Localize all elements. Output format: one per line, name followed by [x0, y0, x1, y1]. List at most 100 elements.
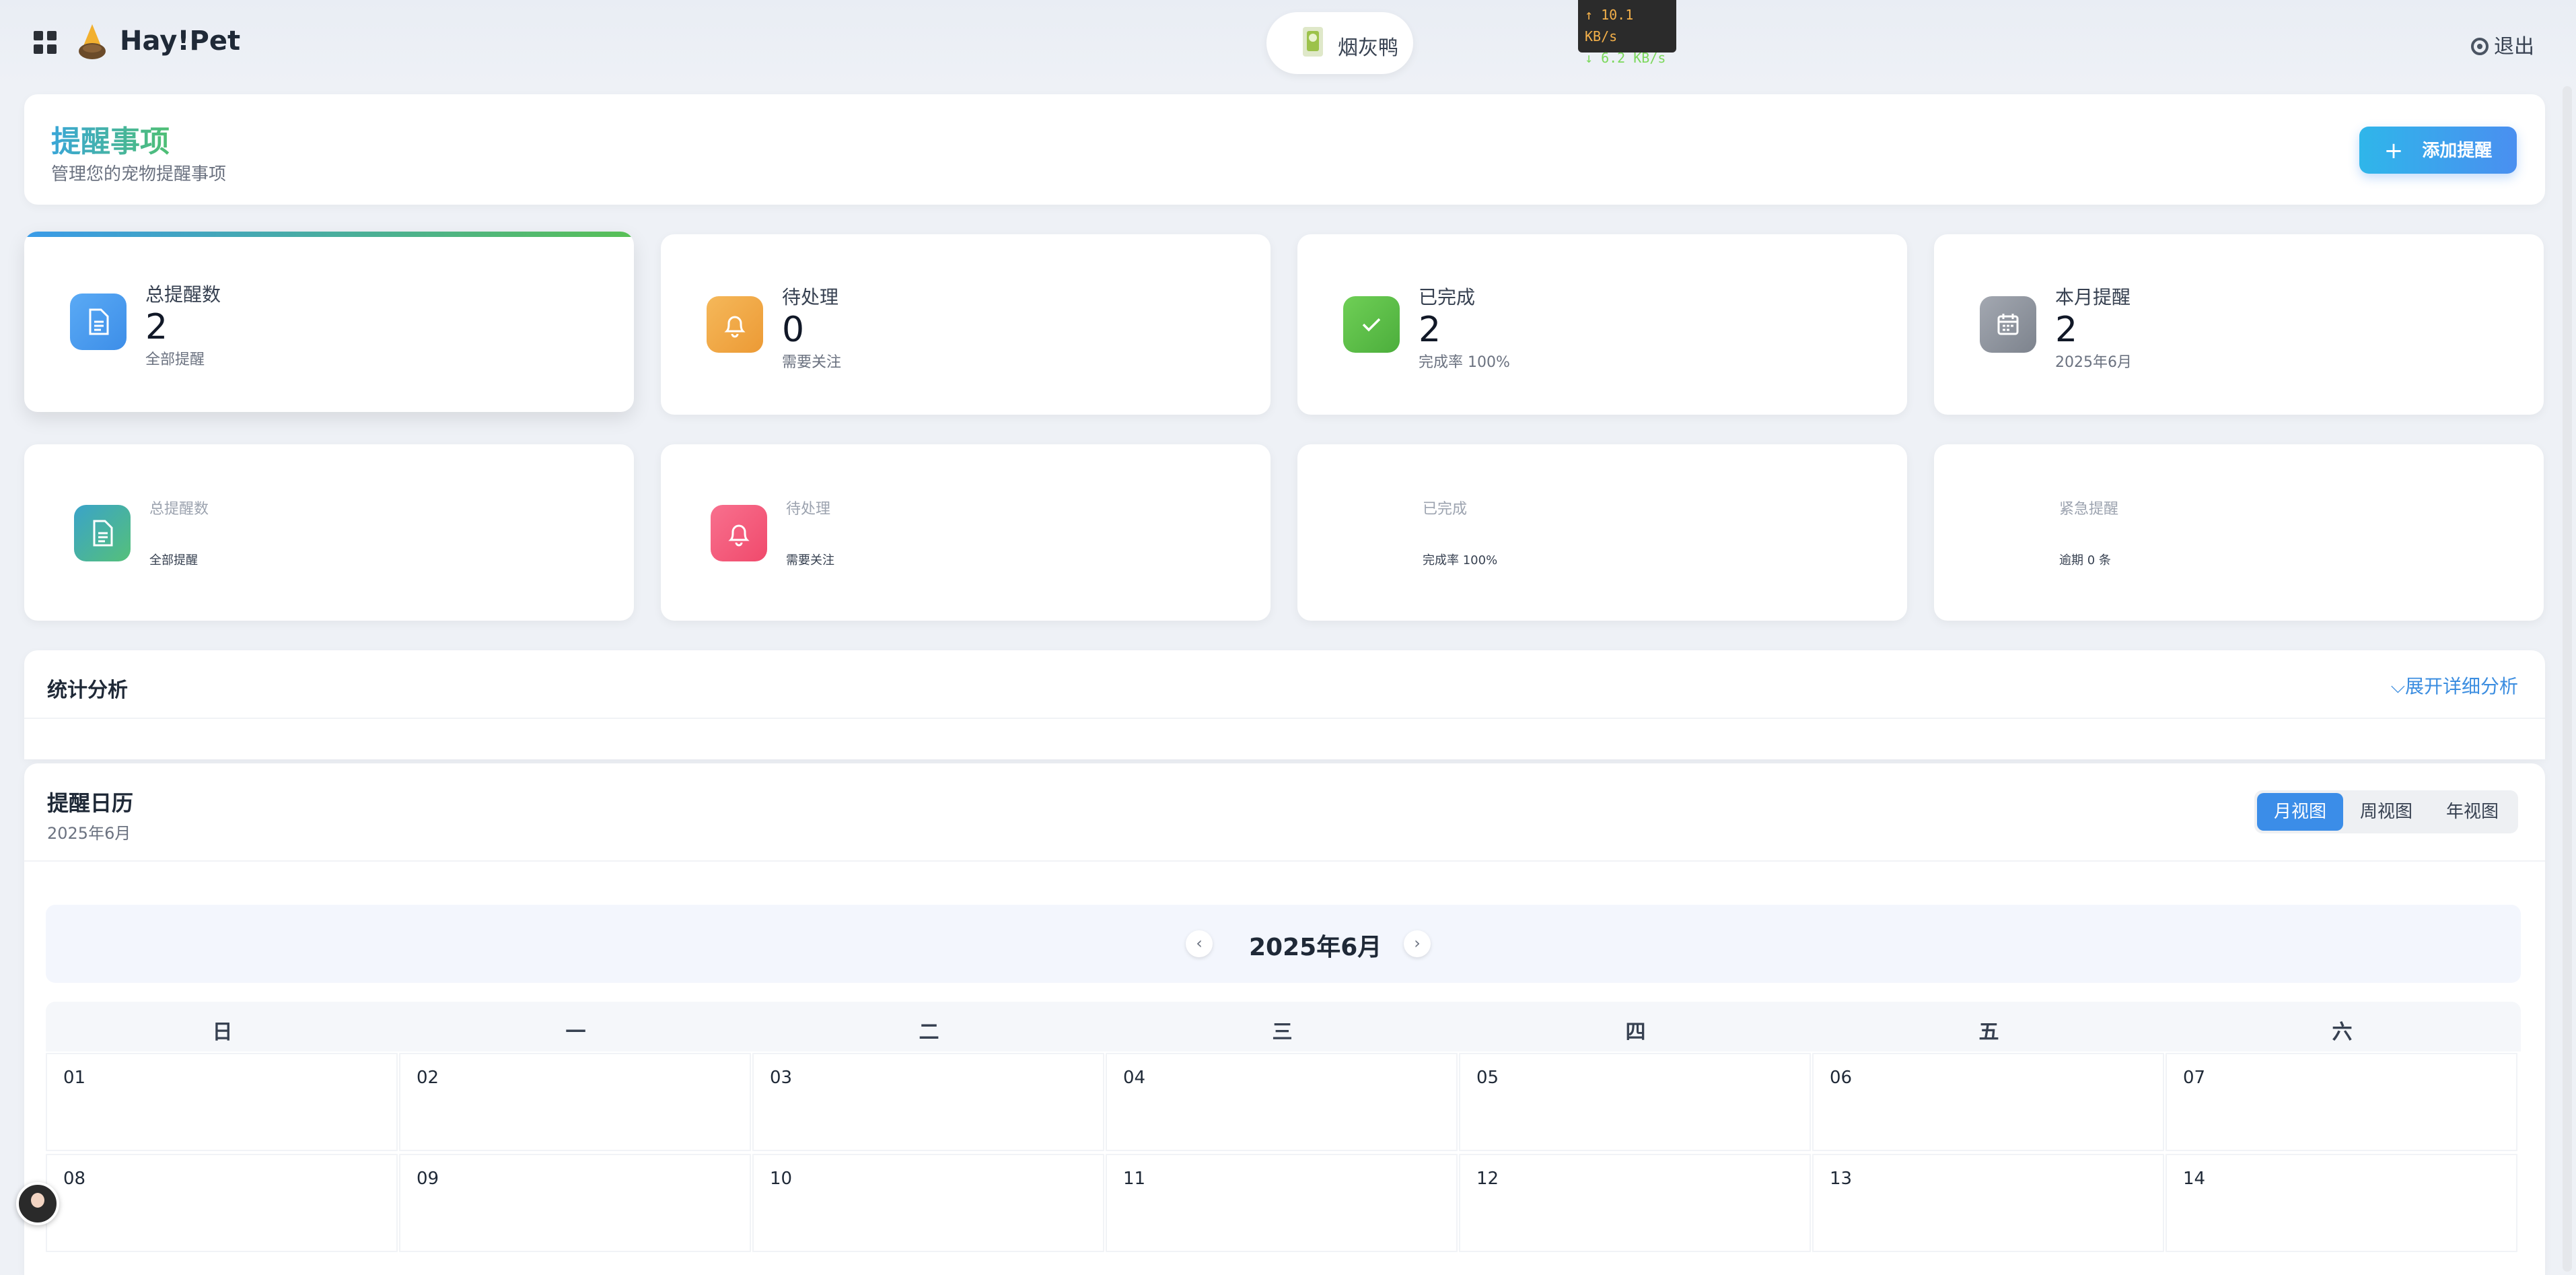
calendar-day[interactable]: 07: [2166, 1053, 2517, 1151]
expand-analysis-label: 展开详细分析: [2404, 675, 2518, 697]
stat-card-urgent[interactable]: 紧急提醒 逾期 0 条: [1934, 444, 2544, 621]
calendar-day[interactable]: 12: [1459, 1154, 1811, 1252]
logo-icon: [79, 24, 106, 59]
stat-sub: 逾期 0 条: [2059, 553, 2111, 567]
stat-label: 待处理: [786, 501, 831, 518]
bell-icon: [707, 296, 763, 353]
statistics-section: 统计分析 ⌵展开详细分析: [24, 650, 2545, 759]
stat-card-completed-alt[interactable]: 已完成 完成率 100%: [1297, 444, 1907, 621]
weekday-label: 五: [1978, 1021, 1999, 1044]
page-scrollbar[interactable]: [2563, 86, 2572, 1272]
stat-sub: 2025年6月: [2055, 354, 2132, 371]
calendar-day[interactable]: 08: [46, 1154, 398, 1252]
upload-speed: ↑ 10.1 KB/s: [1585, 7, 1634, 44]
plus-icon: +: [2384, 137, 2404, 164]
day-number: 12: [1476, 1169, 1499, 1189]
stat-label: 待处理: [782, 286, 839, 308]
day-number: 03: [770, 1068, 793, 1088]
add-reminder-label: 添加提醒: [2422, 140, 2493, 161]
weekday-header: 日 一 二 三 四 五 六: [46, 1002, 2521, 1052]
add-reminder-button[interactable]: + 添加提醒: [2359, 127, 2517, 174]
stat-sub: 需要关注: [782, 354, 842, 371]
day-number: 13: [1830, 1169, 1853, 1189]
page-header-card: 提醒事项 管理您的宠物提醒事项 + 添加提醒: [24, 94, 2545, 205]
page-subtitle: 管理您的宠物提醒事项: [51, 164, 227, 184]
stat-sub: 需要关注: [786, 553, 834, 567]
stat-sub: 全部提醒: [145, 351, 205, 368]
stat-label: 总提醒数: [149, 501, 209, 518]
calendar-day[interactable]: 14: [2166, 1154, 2517, 1252]
chevron-down-icon: ⌵: [2390, 675, 2405, 697]
month-view-button[interactable]: 月视图: [2257, 793, 2343, 831]
divider: [24, 860, 2545, 862]
day-number: 05: [1476, 1068, 1499, 1088]
next-month-button[interactable]: ›: [1404, 930, 1431, 957]
stat-card-total[interactable]: 总提醒数 2 全部提醒: [24, 232, 634, 412]
stat-value: 2: [145, 307, 168, 347]
check-icon: [1343, 296, 1400, 353]
calendar-day[interactable]: 13: [1812, 1154, 2164, 1252]
day-number: 01: [63, 1068, 86, 1088]
download-speed: ↓ 6.2 KB/s: [1585, 50, 1666, 66]
stat-label: 本月提醒: [2055, 286, 2131, 308]
calendar-day[interactable]: 02: [399, 1053, 751, 1151]
calendar-day[interactable]: 01: [46, 1053, 398, 1151]
calendar-day[interactable]: 09: [399, 1154, 751, 1252]
stat-label: 总提醒数: [145, 283, 221, 306]
stat-card-this-month[interactable]: 本月提醒 2 2025年6月: [1934, 234, 2544, 415]
user-avatar-icon: [1303, 27, 1323, 57]
net-speed-widget: ↑ 10.1 KB/s ↓ 6.2 KB/s: [1578, 0, 1676, 66]
logout-label: 退出: [2494, 35, 2534, 59]
weekday-label: 二: [919, 1021, 939, 1044]
calendar-day[interactable]: 06: [1812, 1053, 2164, 1151]
stat-sub: 完成率 100%: [1419, 354, 1510, 371]
weekday-label: 四: [1625, 1021, 1646, 1044]
user-name: 烟灰鸭: [1338, 36, 1398, 60]
day-number: 08: [63, 1169, 86, 1189]
view-toggle: 月视图 周视图 年视图: [2254, 790, 2518, 833]
chevron-left-icon: ‹: [1196, 934, 1203, 953]
prev-month-button[interactable]: ‹: [1186, 930, 1213, 957]
day-number: 09: [417, 1169, 439, 1189]
calendar-day[interactable]: 04: [1106, 1053, 1458, 1151]
day-number: 06: [1830, 1068, 1853, 1088]
day-number: 04: [1123, 1068, 1146, 1088]
year-view-button[interactable]: 年视图: [2429, 793, 2515, 831]
stat-label: 已完成: [1419, 286, 1476, 308]
weekday-label: 三: [1272, 1021, 1293, 1044]
brand-name[interactable]: Hay!Pet: [120, 26, 240, 57]
calendar-day[interactable]: 05: [1459, 1053, 1811, 1151]
day-number: 14: [2183, 1169, 2206, 1189]
bell-icon: [711, 505, 767, 561]
calendar-icon: [1980, 296, 2036, 353]
stat-card-pending-alt[interactable]: 待处理 需要关注: [661, 444, 1271, 621]
day-number: 11: [1123, 1169, 1146, 1189]
month-label: 2025年6月: [1249, 934, 1382, 961]
week-view-button[interactable]: 周视图: [2343, 793, 2429, 831]
stat-card-total-alt[interactable]: 总提醒数 全部提醒: [24, 444, 634, 621]
document-icon: [70, 294, 127, 350]
logout-button[interactable]: 退出: [2471, 30, 2534, 59]
calendar-day[interactable]: 03: [752, 1053, 1104, 1151]
stat-value: 0: [782, 310, 805, 350]
stat-card-completed[interactable]: 已完成 2 完成率 100%: [1297, 234, 1907, 415]
reminder-calendar: 提醒日历 2025年6月 月视图 周视图 年视图 ‹ 2025年6月 › 日 一…: [24, 763, 2545, 1275]
expand-analysis-link[interactable]: ⌵展开详细分析: [2391, 672, 2518, 699]
stat-label: 紧急提醒: [2059, 501, 2119, 518]
chevron-right-icon: ›: [1414, 934, 1421, 953]
user-menu[interactable]: 烟灰鸭: [1266, 12, 1413, 74]
day-number: 07: [2183, 1068, 2206, 1088]
calendar-day[interactable]: 11: [1106, 1154, 1458, 1252]
divider: [24, 718, 2545, 719]
stat-card-pending[interactable]: 待处理 0 需要关注: [661, 234, 1271, 415]
calendar-title: 提醒日历: [47, 790, 134, 816]
assistant-avatar-button[interactable]: [16, 1182, 59, 1225]
stat-sub: 全部提醒: [149, 553, 198, 567]
stat-value: 2: [1419, 310, 1441, 350]
stat-sub: 完成率 100%: [1423, 553, 1498, 567]
calendar-day[interactable]: 10: [752, 1154, 1104, 1252]
day-number: 02: [417, 1068, 439, 1088]
apps-grid-icon[interactable]: [34, 31, 57, 54]
month-navigation: ‹ 2025年6月 ›: [46, 905, 2521, 983]
stat-label: 已完成: [1423, 501, 1468, 518]
